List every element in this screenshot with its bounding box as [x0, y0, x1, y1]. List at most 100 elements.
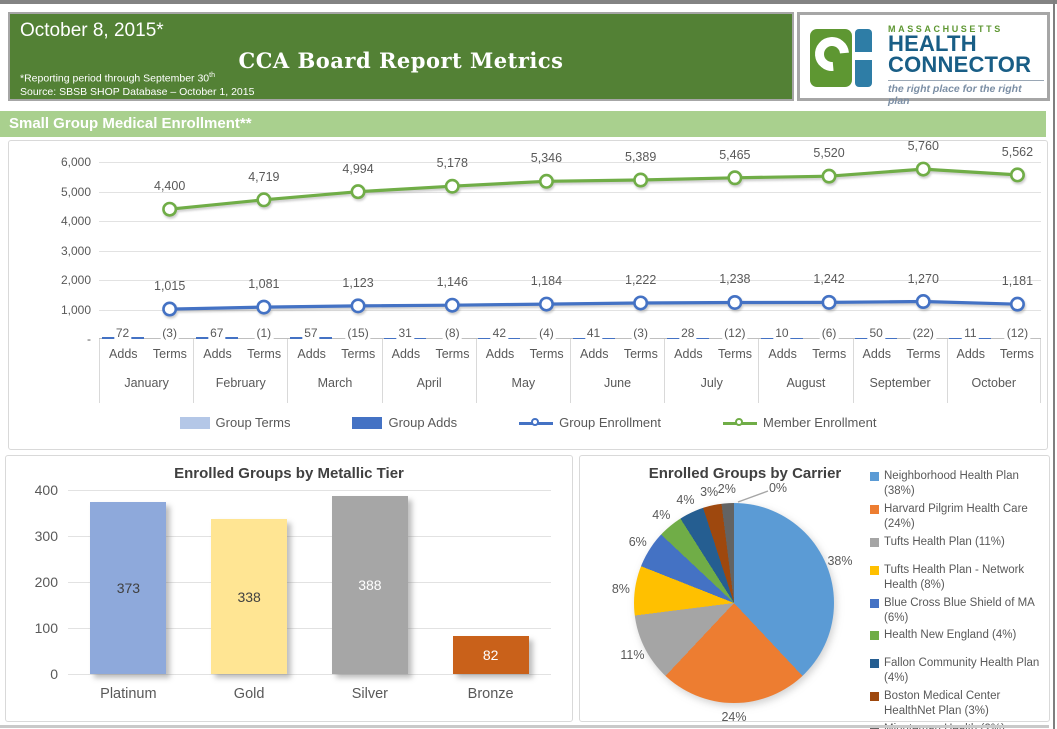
tier-category-label: Silver [352, 686, 388, 702]
month-label: July [665, 376, 758, 390]
top-edge-strip [0, 0, 1057, 4]
y-axis-tick: 2,000 [39, 273, 91, 287]
pie-slice-label: 3% [700, 485, 718, 499]
pie-legend-item: Boston Medical Center HealthNet Plan (3%… [870, 689, 1046, 719]
pie-legend-label: Health New England (4%) [884, 628, 1016, 643]
report-date: October 8, 2015* [20, 20, 164, 42]
sub-label-adds: Adds [297, 347, 326, 361]
pie-legend-label: Neighborhood Health Plan (38%) [884, 469, 1046, 499]
adds-value-label: 28 [679, 326, 696, 340]
pie-slice-label: 11% [620, 648, 644, 662]
group-enrollment-label: 1,181 [1002, 274, 1033, 288]
month-cell: AddsTermsOctober [947, 339, 1041, 403]
pie-legend-swatch [870, 631, 879, 640]
sub-label-adds: Adds [203, 347, 232, 361]
month-label: January [100, 376, 193, 390]
legend-item-member-enrollment: Member Enrollment [723, 415, 876, 430]
adds-value-label: 31 [396, 326, 413, 340]
tier-category-label: Gold [234, 686, 265, 702]
terms-value-label: (8) [443, 326, 462, 340]
pie-legend-swatch [870, 505, 879, 514]
adds-value-label: 11 [962, 326, 978, 340]
month-cell: AddsTermsAugust [758, 339, 852, 403]
legend-label: Group Enrollment [559, 415, 661, 430]
sub-label-terms: Terms [153, 347, 187, 361]
month-label: October [948, 376, 1040, 390]
terms-value-label: (1) [255, 326, 274, 340]
pie-legend-swatch [870, 659, 879, 668]
sub-label-adds: Adds [486, 347, 515, 361]
member-enrollment-label: 4,994 [342, 162, 373, 176]
pie-legend-item: Neighborhood Health Plan (38%) [870, 469, 1046, 499]
reporting-period-note: *Reporting period through September 30th [20, 72, 215, 85]
month-cell: AddsTermsMarch [287, 339, 381, 403]
month-label: May [477, 376, 570, 390]
y-axis-tick: 400 [14, 482, 58, 498]
pie-legend-label: Tufts Health Plan - Network Health (8%) [884, 563, 1046, 593]
source-note: Source: SBSB SHOP Database – October 1, … [20, 86, 254, 98]
month-label: September [854, 376, 947, 390]
report-header: October 8, 2015* CCA Board Report Metric… [8, 12, 794, 101]
gridline [68, 674, 551, 675]
month-label: August [759, 376, 852, 390]
month-label: June [571, 376, 664, 390]
sub-label-terms: Terms [530, 347, 564, 361]
pie-slice-label: 4% [676, 493, 694, 507]
metallic-tier-bar-chart: Enrolled Groups by Metallic Tier 4003002… [5, 455, 573, 722]
pie-legend-item: Blue Cross Blue Shield of MA (6%) [870, 596, 1046, 626]
y-axis-tick: 5,000 [39, 185, 91, 199]
group-enrollment-label: 1,242 [813, 272, 844, 286]
cca-board-report-page: October 8, 2015* CCA Board Report Metric… [0, 0, 1057, 729]
month-cell: AddsTermsJune [570, 339, 664, 403]
enrollment-combo-chart: 6,0005,0004,0003,0002,0001,000-72(3)67(1… [8, 140, 1048, 450]
pie-legend: Neighborhood Health Plan (38%)Harvard Pi… [870, 469, 1046, 729]
pie-legend-label: Boston Medical Center HealthNet Plan (3%… [884, 689, 1046, 719]
logo-wordmark: MASSACHUSETTS HEALTH CONNECTOR the right… [888, 24, 1046, 107]
month-label: February [194, 376, 287, 390]
right-edge-strip [1053, 0, 1055, 729]
tier-category-label: Platinum [100, 686, 156, 702]
legend-marker [531, 418, 539, 426]
reporting-period-text: *Reporting period through September 30 [20, 73, 209, 85]
logo-name-line2: CONNECTOR [888, 55, 1046, 76]
terms-value-label: (6) [820, 326, 839, 340]
pie-legend-label: Blue Cross Blue Shield of MA (6%) [884, 596, 1046, 626]
month-label: March [288, 376, 381, 390]
group-enrollment-label: 1,184 [531, 274, 562, 288]
pie-legend-label: Fallon Community Health Plan (4%) [884, 656, 1046, 686]
legend-item-group-enrollment: Group Enrollment [519, 415, 661, 430]
group-enrollment-label: 1,015 [154, 279, 185, 293]
sub-label-adds: Adds [674, 347, 703, 361]
y-axis-tick: 1,000 [39, 303, 91, 317]
group-enrollment-label: 1,081 [248, 277, 279, 291]
pie-slice-label: 2% [718, 482, 736, 496]
sub-label-terms: Terms [1000, 347, 1034, 361]
carrier-pie [634, 503, 834, 703]
member-enrollment-label: 5,465 [719, 148, 750, 162]
member-enrollment-label: 4,400 [154, 179, 185, 193]
category-axis-table: AddsTermsJanuaryAddsTermsFebruaryAddsTer… [99, 339, 1041, 403]
adds-value-label: 72 [114, 326, 131, 340]
legend-label: Group Adds [388, 415, 457, 430]
pie-legend-item: Health New England (4%) [870, 628, 1046, 643]
sub-label-terms: Terms [624, 347, 658, 361]
legend-swatch [180, 417, 210, 429]
member-enrollment-label: 5,178 [437, 156, 468, 170]
group-enrollment-label: 1,146 [437, 275, 468, 289]
section-title-bar: Small Group Medical Enrollment** [0, 111, 1046, 137]
pie-legend-item: Tufts Health Plan (11%) [870, 535, 1046, 550]
sub-label-adds: Adds [109, 347, 138, 361]
pie-slice-label: 6% [629, 535, 647, 549]
legend-swatch [352, 417, 382, 429]
y-axis-tick: 6,000 [39, 155, 91, 169]
legend-label: Group Terms [216, 415, 291, 430]
bottom-edge-strip [0, 725, 1049, 728]
tier-bar-gold: 338 [211, 519, 287, 674]
terms-value-label: (15) [345, 326, 370, 340]
legend-line-marker [519, 417, 553, 429]
pie-legend-label: Tufts Health Plan (11%) [884, 535, 1005, 550]
tier-bar-platinum: 373 [90, 502, 166, 674]
pie-legend-swatch [870, 599, 879, 608]
pie-slice-label: 4% [652, 508, 670, 522]
member-enrollment-label: 5,520 [813, 146, 844, 160]
